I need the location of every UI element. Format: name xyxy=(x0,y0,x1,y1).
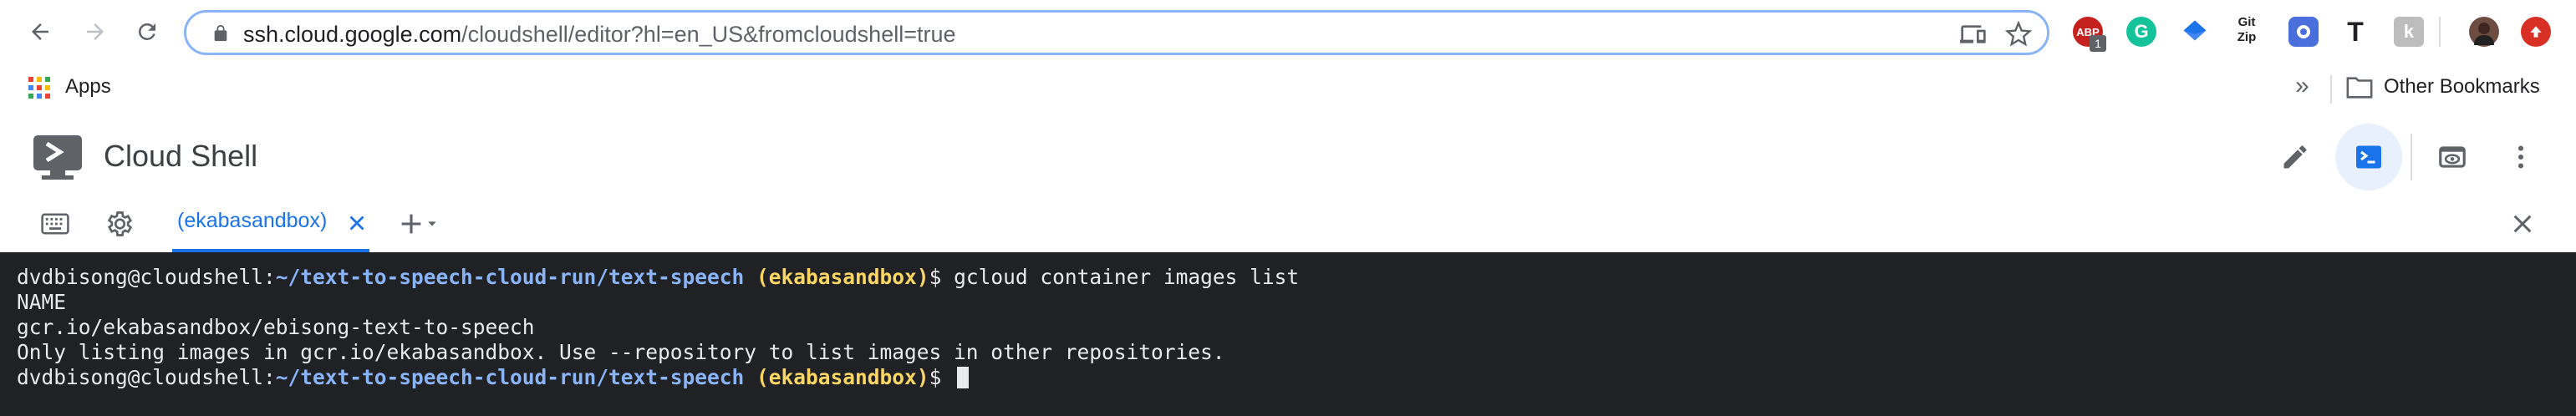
browser-toolbar: ssh.cloud.google.com/cloudshell/editor?h… xyxy=(0,0,2576,63)
open-terminal-button[interactable] xyxy=(2335,124,2402,190)
tab-close-icon[interactable] xyxy=(344,211,369,236)
keyboard-icon xyxy=(41,213,69,235)
forward-button[interactable] xyxy=(79,15,112,48)
prompt-command: $ gcloud container images list xyxy=(929,265,1300,289)
circle-extension-icon[interactable] xyxy=(2288,17,2319,47)
url-text: ssh.cloud.google.com/cloudshell/editor?h… xyxy=(243,22,956,48)
avatar-icon xyxy=(2474,23,2494,45)
prompt-path: ~/text-to-speech-cloud-run/text-speech xyxy=(275,365,745,389)
typography-extension-icon[interactable]: T xyxy=(2340,17,2370,47)
cloudshell-title: Cloud Shell xyxy=(104,139,258,173)
bookmarks-divider xyxy=(2330,75,2332,104)
bookmarks-bar: Apps » Other Bookmarks xyxy=(0,63,2576,120)
gear-icon xyxy=(107,211,133,236)
terminal-line: Only listing images in gcr.io/ekabasandb… xyxy=(17,340,1225,364)
keyboard-button[interactable] xyxy=(37,205,74,242)
adblock-badge: 1 xyxy=(2090,35,2106,52)
reload-icon xyxy=(138,23,155,40)
bookmarks-overflow-button[interactable]: » xyxy=(2295,72,2309,100)
prompt-command: $ xyxy=(929,365,955,389)
other-bookmarks-folder[interactable]: Other Bookmarks xyxy=(2384,75,2540,99)
header-divider xyxy=(2411,134,2412,180)
k-extension-icon[interactable]: k xyxy=(2394,17,2424,47)
plus-icon xyxy=(401,214,421,234)
settings-button[interactable] xyxy=(100,205,137,242)
close-icon xyxy=(2513,215,2532,233)
up-arrow-icon xyxy=(2530,26,2542,38)
terminal-line: NAME xyxy=(17,290,67,314)
terminal-cursor xyxy=(957,367,970,388)
prompt-project: (ekabasandbox) xyxy=(756,365,929,389)
more-vert-icon xyxy=(2518,145,2523,169)
apps-bookmark[interactable]: Apps xyxy=(65,75,111,99)
folder-icon xyxy=(2346,77,2373,99)
prompt-path: ~/text-to-speech-cloud-run/text-speech xyxy=(275,265,745,289)
update-extension-icon[interactable] xyxy=(2521,17,2551,47)
cast-devices-icon[interactable] xyxy=(1960,21,1987,48)
terminal-line: gcr.io/ekabasandbox/ebisong-text-to-spee… xyxy=(17,315,535,339)
more-options-button[interactable] xyxy=(2497,134,2544,180)
tab-label: (ekabasandbox) xyxy=(177,209,328,232)
apps-grid-icon[interactable] xyxy=(27,75,52,100)
reload-button[interactable] xyxy=(130,15,164,48)
address-bar[interactable]: ssh.cloud.google.com/cloudshell/editor?h… xyxy=(184,10,2049,55)
bookmark-star-icon[interactable] xyxy=(2005,21,2032,48)
terminal-tabs-bar: (ekabasandbox) xyxy=(0,195,2576,253)
terminal-line: dvdbisong@cloudshell:~/text-to-speech-cl… xyxy=(17,265,1299,290)
url-host: ssh.cloud.google.com xyxy=(243,22,462,47)
close-terminal-button[interactable] xyxy=(2504,205,2541,242)
gitzip-extension-icon[interactable]: Git Zip xyxy=(2230,15,2263,48)
cloudshell-header: Cloud Shell xyxy=(0,119,2576,195)
prompt-user: dvdbisong@cloudshell: xyxy=(17,365,276,389)
open-editor-button[interactable] xyxy=(2272,134,2319,180)
back-button[interactable] xyxy=(23,15,57,48)
terminal-output[interactable]: dvdbisong@cloudshell:~/text-to-speech-cl… xyxy=(0,252,2576,416)
pencil-icon xyxy=(2283,145,2307,169)
prompt-user: dvdbisong@cloudshell: xyxy=(17,265,276,289)
profile-avatar[interactable] xyxy=(2469,17,2499,47)
grammarly-extension-icon[interactable]: G xyxy=(2126,17,2156,47)
web-preview-button[interactable] xyxy=(2429,134,2476,180)
terminal-line: dvdbisong@cloudshell:~/text-to-speech-cl… xyxy=(17,365,970,390)
url-path: /cloudshell/editor?hl=en_US&fromcloudshe… xyxy=(461,22,956,47)
back-arrow-icon xyxy=(32,23,48,40)
prompt-project: (ekabasandbox) xyxy=(756,265,929,289)
cloudshell-logo-icon xyxy=(33,135,82,180)
diamond-extension-icon[interactable] xyxy=(2180,17,2210,47)
toolbar-divider xyxy=(2439,17,2441,47)
terminal-icon xyxy=(2356,145,2381,169)
lock-icon xyxy=(214,24,227,42)
chevron-down-icon xyxy=(428,221,436,226)
forward-arrow-icon xyxy=(87,23,104,40)
add-tab-button[interactable] xyxy=(391,205,445,242)
tab-ekabasandbox[interactable]: (ekabasandbox) xyxy=(172,195,369,252)
web-preview-icon xyxy=(2439,146,2466,168)
